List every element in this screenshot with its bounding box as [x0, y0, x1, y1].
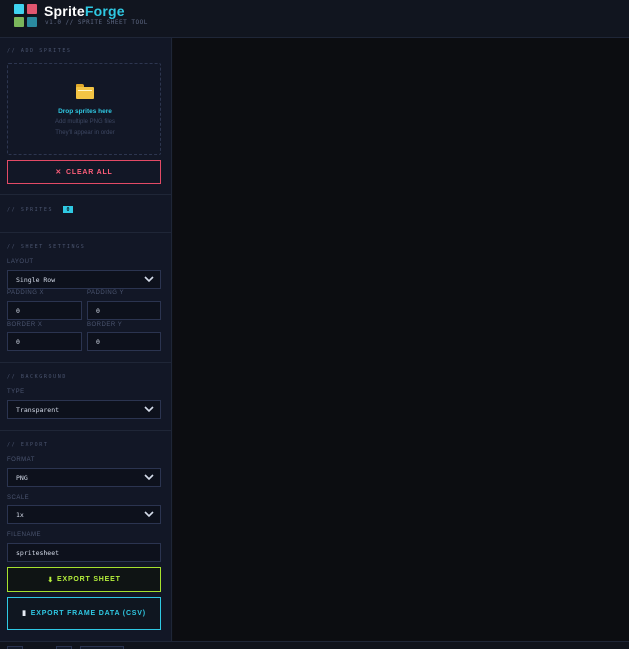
divider: [0, 232, 172, 233]
padding-x-input[interactable]: 0: [7, 301, 82, 320]
padding-y-input[interactable]: 0: [87, 301, 161, 320]
app-name-part2: Forge: [84, 3, 125, 19]
dropzone-subtitle-2: They'll appear in order: [55, 130, 115, 136]
divider: [0, 430, 172, 431]
divider: [0, 194, 172, 195]
bg-type-label: TYPE: [7, 389, 25, 395]
sidebar: // ADD SPRITES Drop sprites here Add mul…: [0, 38, 172, 641]
border-y-label: BORDER Y: [87, 322, 123, 328]
chevron-down-icon: [144, 474, 154, 481]
chevron-down-icon: [144, 276, 154, 283]
border-x-label: BORDER X: [7, 322, 43, 328]
filename-input[interactable]: spritesheet: [7, 543, 161, 562]
export-sheet-label: EXPORT SHEET: [57, 576, 121, 583]
sprite-dropzone[interactable]: Drop sprites here Add multiple PNG files…: [7, 63, 161, 155]
download-icon: ⬇: [47, 576, 54, 584]
clear-all-label: CLEAR ALL: [66, 168, 113, 176]
bg-type-value: Transparent: [16, 405, 60, 414]
export-frame-data-button[interactable]: ▮ EXPORT FRAME DATA (CSV): [7, 597, 161, 630]
border-y-input[interactable]: 0: [87, 332, 161, 351]
layout-label: LAYOUT: [7, 259, 34, 265]
dropzone-subtitle-1: Add multiple PNG files: [54, 119, 116, 125]
clear-all-button[interactable]: ✕ CLEAR ALL: [7, 160, 161, 184]
app-name: SpriteForge: [44, 3, 125, 19]
export-frame-data-label: EXPORT FRAME DATA (CSV): [30, 610, 146, 617]
sheet-settings-title: // SHEET SETTINGS: [7, 244, 86, 250]
app-tagline: v1.0 // SPRITE SHEET TOOL: [45, 19, 148, 26]
background-title: // BACKGROUND: [7, 374, 67, 380]
scale-label: SCALE: [7, 495, 30, 501]
chevron-down-icon: [144, 406, 154, 413]
format-value: PNG: [16, 473, 28, 482]
layout-select[interactable]: Single Row: [7, 270, 161, 289]
sprite-count-badge: 0: [63, 206, 73, 213]
chevron-down-icon: [144, 511, 154, 518]
sprite-canvas[interactable]: [173, 38, 629, 641]
format-select[interactable]: PNG: [7, 468, 161, 487]
bg-type-select[interactable]: Transparent: [7, 400, 161, 419]
logo-icon: [14, 4, 38, 28]
add-sprites-title: // ADD SPRITES: [7, 48, 72, 54]
export-sheet-button[interactable]: ⬇ EXPORT SHEET: [7, 567, 161, 592]
sprites-title: // SPRITES: [7, 207, 54, 213]
filename-label: FILENAME: [7, 532, 42, 538]
app-header: SpriteForge v1.0 // SPRITE SHEET TOOL: [0, 0, 629, 38]
folder-icon: [76, 84, 94, 99]
padding-y-label: PADDING Y: [87, 290, 124, 296]
export-title: // EXPORT: [7, 442, 49, 448]
padding-x-label: PADDING X: [7, 290, 45, 296]
app-name-part1: Sprite: [44, 3, 85, 19]
scale-value: 1x: [16, 510, 24, 519]
divider: [0, 362, 172, 363]
document-icon: ▮: [22, 610, 27, 617]
layout-value: Single Row: [16, 275, 56, 284]
format-label: FORMAT: [7, 457, 35, 463]
border-x-input[interactable]: 0: [7, 332, 82, 351]
bottom-toolbar: [0, 641, 629, 649]
scale-select[interactable]: 1x: [7, 505, 161, 524]
close-icon: ✕: [55, 169, 63, 176]
dropzone-title: Drop sprites here: [58, 108, 112, 115]
